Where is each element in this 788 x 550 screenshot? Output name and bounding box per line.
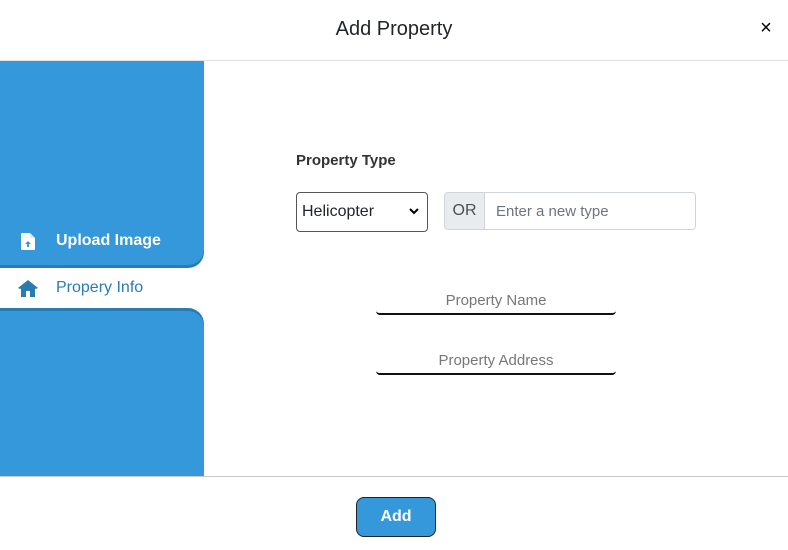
sidebar-item-property-info[interactable]: Propery Info xyxy=(0,273,204,303)
form-content: Property Type Helicopter OR xyxy=(204,61,788,476)
modal-header: Add Property × xyxy=(0,0,788,61)
home-icon xyxy=(18,278,38,298)
file-upload-icon xyxy=(18,231,38,251)
chevron-down-icon xyxy=(405,206,423,218)
add-property-modal: Add Property × Upload Image Propery Info xyxy=(0,0,788,550)
sidebar-panel-bottom xyxy=(0,311,204,476)
sidebar-item-upload-image[interactable]: Upload Image xyxy=(0,226,204,256)
modal-footer: Add xyxy=(0,476,788,550)
property-type-select[interactable]: Helicopter xyxy=(296,192,428,232)
new-type-input-group: OR xyxy=(444,192,696,230)
or-label: OR xyxy=(445,193,485,229)
new-type-input[interactable] xyxy=(485,193,695,229)
property-name-input[interactable] xyxy=(376,287,616,315)
modal-title: Add Property xyxy=(335,18,453,40)
sidebar-item-label: Upload Image xyxy=(56,232,161,249)
property-type-label: Property Type xyxy=(296,152,396,169)
add-button[interactable]: Add xyxy=(356,497,436,537)
sidebar-item-label: Propery Info xyxy=(56,279,144,296)
sidebar: Upload Image Propery Info xyxy=(0,61,204,476)
property-address-input[interactable] xyxy=(376,347,616,375)
property-type-selected-value: Helicopter xyxy=(302,203,375,220)
close-icon[interactable]: × xyxy=(756,16,776,40)
